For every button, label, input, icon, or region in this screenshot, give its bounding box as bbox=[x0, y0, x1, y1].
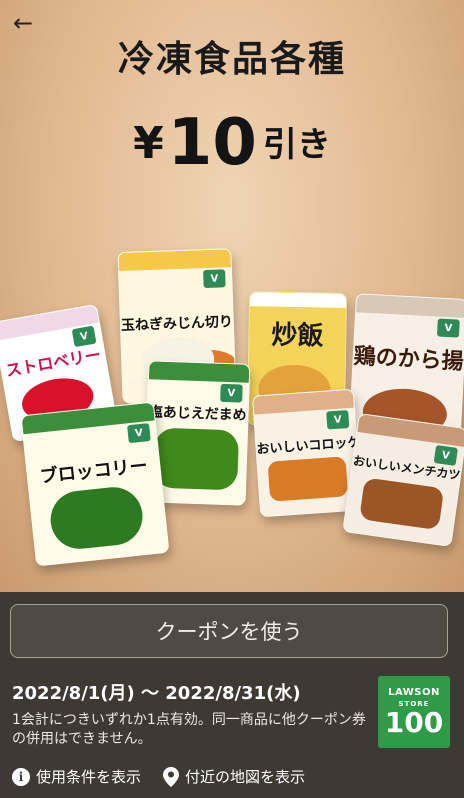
discount-suffix: 引き bbox=[262, 125, 331, 165]
logo-line-1: LAWSON bbox=[388, 687, 440, 698]
product-label: 塩あじえだまめ bbox=[148, 404, 247, 424]
product-package-croquette: V おいしいコロッケ bbox=[251, 388, 363, 518]
discount-currency: ¥ bbox=[133, 118, 164, 169]
product-label: ストロベリー bbox=[4, 344, 103, 381]
logo-line-3: 100 bbox=[384, 706, 444, 739]
product-package-mince: V おいしいメンチカツ bbox=[342, 412, 464, 548]
usage-notice: 1会計につきいずれか1点有効。同一商品に他クーポン券の併用はできません。 bbox=[12, 712, 366, 747]
product-label: ブロッコリー bbox=[38, 455, 149, 488]
discount-amount: ¥10 引き bbox=[0, 106, 464, 180]
terms-link-label: 使用条件を表示 bbox=[36, 768, 142, 786]
use-coupon-button[interactable]: クーポンを使う bbox=[10, 604, 448, 658]
map-link[interactable]: 付近の地図を表示 bbox=[163, 766, 305, 787]
footer-links: i 使用条件を表示 付近の地図を表示 bbox=[12, 766, 305, 787]
map-link-label: 付近の地図を表示 bbox=[185, 768, 306, 786]
info-icon: i bbox=[12, 767, 30, 786]
product-package-broccoli: V ブロッコリー bbox=[20, 401, 170, 567]
map-pin-icon bbox=[163, 766, 180, 787]
coupon-panel: クーポンを使う 2022/8/1(月) 〜 2022/8/31(水) 1会計につ… bbox=[0, 592, 464, 798]
product-label: 鶏のから揚げ bbox=[353, 344, 464, 377]
terms-link[interactable]: i 使用条件を表示 bbox=[12, 766, 141, 787]
promo-title: 冷凍食品各種 bbox=[117, 39, 346, 80]
validity-period: 2022/8/1(月) 〜 2022/8/31(水) bbox=[12, 683, 301, 704]
product-label: 玉ねぎみじん切り bbox=[120, 314, 234, 334]
promo-hero: ← 冷凍食品各種 ¥10 引き V 玉ねぎみじん切り 炒飯 V 鶏のから揚げ V … bbox=[0, 0, 464, 592]
product-label: 炒飯 bbox=[271, 320, 324, 352]
discount-value: 10 bbox=[167, 106, 257, 180]
product-label: おいしいコロッケ bbox=[256, 435, 361, 458]
lawson-store-100-logo: LAWSON STORE 100 bbox=[378, 676, 450, 748]
